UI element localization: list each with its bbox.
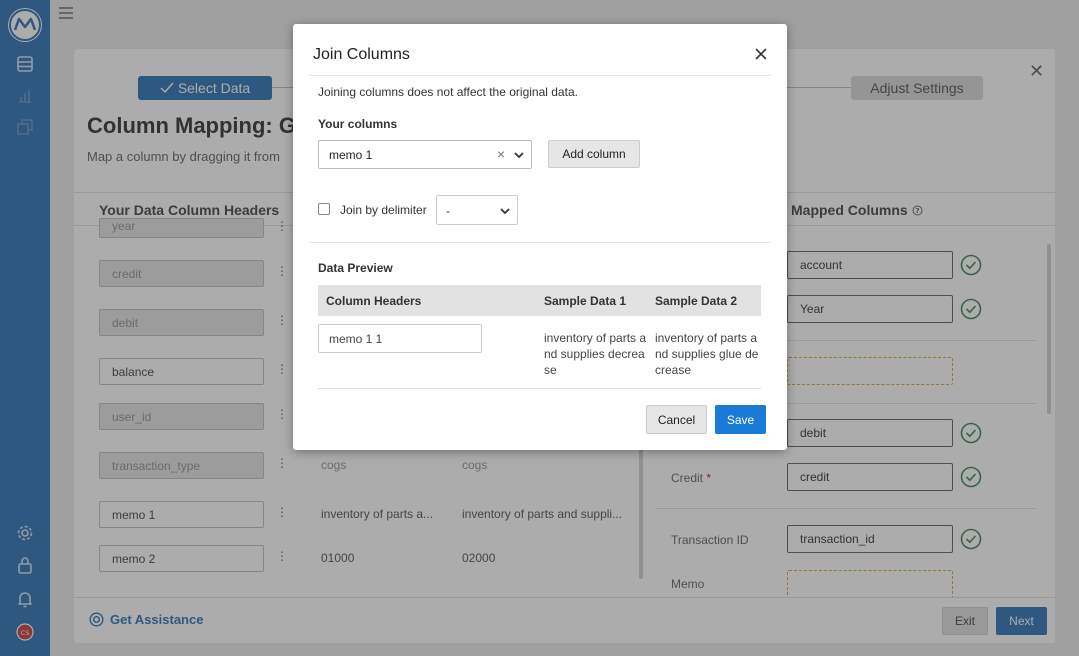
dialog-description: Joining columns does not affect the orig… <box>318 85 578 99</box>
data-preview-label: Data Preview <box>318 261 393 275</box>
delimiter-value: - <box>446 204 450 218</box>
chevron-down-icon[interactable] <box>513 149 525 161</box>
save-button[interactable]: Save <box>715 405 766 434</box>
column-header: Sample Data 1 <box>544 294 627 308</box>
add-column-button[interactable]: Add column <box>548 140 640 168</box>
sample-data-cell: inventory of parts and supplies decrease <box>544 331 647 377</box>
your-columns-label: Your columns <box>318 117 398 131</box>
join-by-delimiter-checkbox[interactable] <box>318 203 330 215</box>
divider <box>309 242 771 243</box>
column-header: Column Headers <box>326 294 422 308</box>
column-header: Sample Data 2 <box>655 294 738 308</box>
dialog-title: Join Columns <box>313 46 410 63</box>
delimiter-select[interactable]: - <box>436 195 518 225</box>
join-by-delimiter-label: Join by delimiter <box>340 203 427 217</box>
preview-table-header: Column Headers Sample Data 1 Sample Data… <box>318 285 761 316</box>
join-columns-dialog: Join Columns Joining columns does not af… <box>293 24 787 450</box>
selected-column-value: memo 1 <box>329 148 373 162</box>
new-column-header-input[interactable]: memo 1 1 <box>318 324 482 353</box>
chevron-down-icon <box>500 208 510 215</box>
divider <box>309 75 771 76</box>
sample-data-cell: inventory of parts and supplies glue dec… <box>655 331 759 377</box>
clear-icon[interactable]: × <box>497 146 505 162</box>
close-icon[interactable] <box>753 46 769 62</box>
divider <box>318 388 761 389</box>
column-select[interactable]: memo 1 × <box>318 140 532 169</box>
cancel-button[interactable]: Cancel <box>646 405 707 434</box>
